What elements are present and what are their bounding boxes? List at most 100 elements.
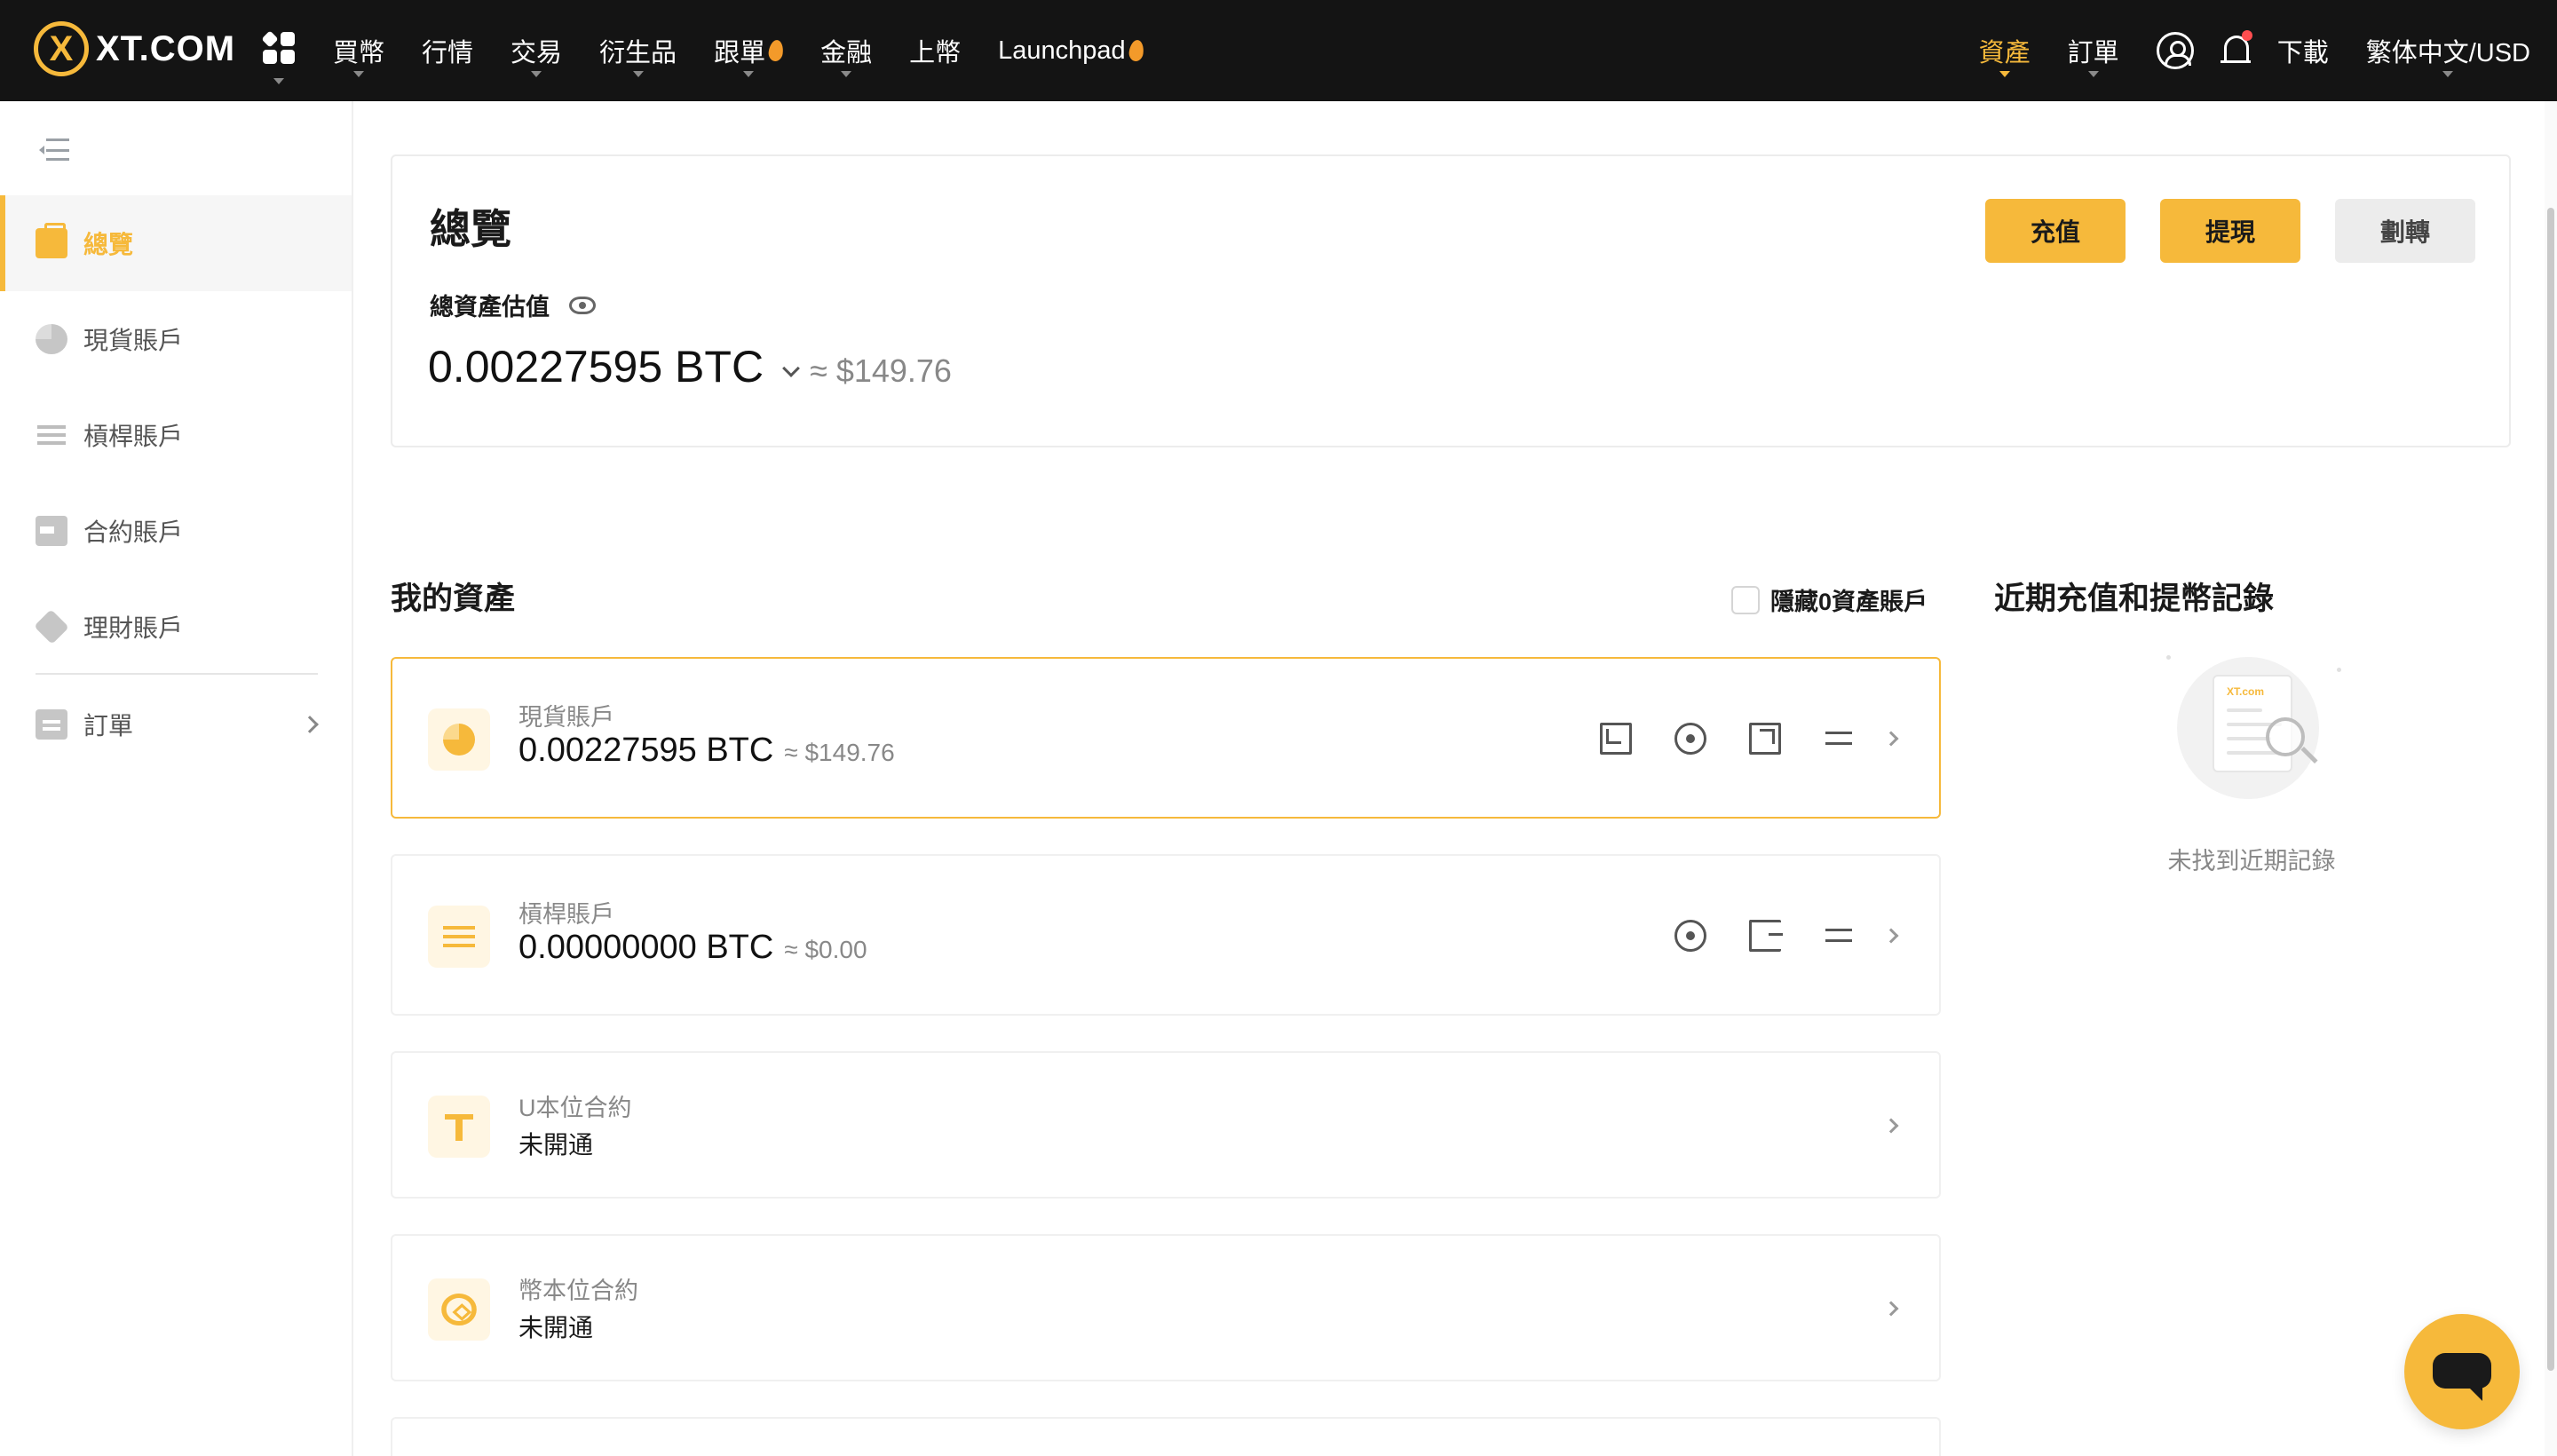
chevron-right-icon[interactable] [1883,1301,1899,1317]
wallet-icon [36,223,67,258]
next-account-row[interactable] [391,1417,1941,1456]
nav-listing[interactable]: 上幣 [909,0,961,101]
account-usd-value: ≈ $149.76 [784,739,895,766]
chevron-down-icon [632,71,644,77]
transfer-icon[interactable] [1824,723,1856,755]
chevron-down-icon[interactable] [782,360,800,377]
nav-copy-trading[interactable]: 跟單 [714,0,785,101]
margin-account-row[interactable]: 槓桿賬戶 0.00000000 BTC ≈ $0.00 [391,854,1941,1016]
flame-icon [1128,39,1145,62]
total-estimate-text: 總資產估值 [430,294,550,320]
top-navbar: X XT.COM 買幣 行情 交易 衍生品 跟單 金融 上幣 Launchpad… [0,0,2557,101]
sliders-icon [443,921,475,953]
deposit-button[interactable]: 充值 [1985,199,2126,263]
account-balance: 0.00227595 BTC ≈ $149.76 [519,732,895,770]
nav-finance[interactable]: 金融 [820,0,872,101]
chevron-right-icon[interactable] [1883,928,1899,944]
coin-icon [441,1294,477,1325]
sidebar-divider [36,673,318,675]
spot-account-icon [428,708,490,771]
transfer-button[interactable]: 劃轉 [2335,199,2475,263]
account-status: 未開通 [519,1131,594,1159]
card-icon [36,516,67,546]
clipboard-icon [36,709,67,740]
tether-icon [443,1111,475,1143]
chevron-down-icon [353,71,364,77]
user-account-icon[interactable] [2156,32,2194,69]
hide-zero-toggle[interactable]: 隱藏0資產賬戶 [1731,582,1928,617]
chevron-down-icon [841,71,852,77]
sliders-icon [36,420,67,450]
total-usd-value: ≈ $149.76 [810,352,952,389]
total-btc-value: 0.00227595 BTC [428,342,764,392]
nav-derivatives[interactable]: 衍生品 [599,0,677,101]
nav-markets[interactable]: 行情 [422,0,473,101]
total-balance: 0.00227595 BTC ≈ $149.76 [428,341,952,392]
account-name: 現貨賬戶 [519,704,614,731]
account-btc-value: 0.00227595 BTC [519,732,774,769]
notification-dot [2241,30,2252,41]
apps-menu-icon[interactable] [261,30,295,84]
illustration-logo: XT.com [2227,685,2265,698]
coin-futures-row[interactable]: 幣本位合約 未開通 [391,1234,1941,1381]
repay-icon[interactable] [1749,920,1783,952]
account-name: 槓桿賬戶 [519,901,614,928]
sidebar-item-label: 訂單 [83,712,134,740]
chevron-right-icon [301,716,319,733]
xt-logo-mark-icon: X [34,21,89,76]
empty-records-illustration: XT.com [2166,653,2344,799]
account-status: 未開通 [519,1314,594,1341]
withdraw-button[interactable]: 提現 [2160,199,2300,263]
usdt-futures-row[interactable]: U本位合約 未開通 [391,1051,1941,1199]
chevron-down-icon [531,71,542,77]
empty-records-text: 未找到近期記錄 [2167,848,2336,874]
sidebar-item-label: 槓桿賬戶 [83,423,184,450]
chevron-right-icon[interactable] [1883,1118,1899,1134]
account-actions [1600,723,1856,755]
transfer-icon[interactable] [1824,920,1856,952]
sidebar-item-futures[interactable]: 合約賬戶 [0,483,352,579]
sidebar-item-label: 現貨賬戶 [83,327,184,354]
chevron-right-icon[interactable] [1883,731,1899,747]
sidebar-item-orders[interactable]: 訂單 [0,677,352,772]
chat-bubble-icon [2433,1353,2491,1401]
sidebar-item-earn[interactable]: 理財賬戶 [0,579,352,675]
notification-bell-icon[interactable] [2220,30,2252,67]
nav-trade[interactable]: 交易 [511,0,562,101]
scrollbar-thumb[interactable] [2547,208,2554,1371]
recent-records-title: 近期充值和提幣記錄 [1994,582,2275,616]
support-chat-button[interactable] [2404,1314,2520,1429]
hide-zero-checkbox[interactable] [1731,585,1760,614]
usdt-futures-icon [428,1096,490,1158]
sidebar-item-spot[interactable]: 現貨賬戶 [0,291,352,387]
pie-chart-icon [443,724,475,756]
hide-zero-label: 隱藏0資產賬戶 [1770,589,1928,615]
diamond-icon [34,609,69,645]
chevron-down-icon [2442,71,2454,77]
nav-language-currency[interactable]: 繁体中文/USD [2366,0,2530,101]
nav-download[interactable]: 下載 [2277,0,2329,101]
deposit-icon[interactable] [1600,723,1632,755]
convert-icon[interactable] [1674,920,1706,952]
account-name: U本位合約 [519,1095,632,1121]
page-title: 總覽 [430,206,511,252]
page-scrollbar[interactable] [2545,101,2557,1456]
flame-icon [767,39,785,62]
nav-orders[interactable]: 訂單 [2068,0,2119,101]
sidebar-item-label: 理財賬戶 [83,614,184,642]
nav-buy-crypto[interactable]: 買幣 [333,0,384,101]
eye-icon[interactable] [569,296,596,314]
nav-launchpad[interactable]: Launchpad [998,0,1145,101]
nav-assets[interactable]: 資產 [1979,0,2031,101]
account-btc-value: 0.00000000 BTC [519,929,774,966]
xt-logo[interactable]: X XT.COM [34,21,235,76]
sidebar-item-overview[interactable]: 總覽 [0,195,352,291]
spot-account-row[interactable]: 現貨賬戶 0.00227595 BTC ≈ $149.76 [391,657,1941,819]
collapse-sidebar-icon[interactable] [39,138,69,163]
sidebar-item-margin[interactable]: 槓桿賬戶 [0,387,352,483]
withdraw-icon[interactable] [1749,723,1781,755]
chevron-down-icon [2087,71,2099,77]
convert-icon[interactable] [1674,723,1706,755]
overview-card: 總覽 總資產估值 0.00227595 BTC ≈ $149.76 充值 提現 … [391,154,2511,447]
coin-futures-icon [428,1278,490,1341]
